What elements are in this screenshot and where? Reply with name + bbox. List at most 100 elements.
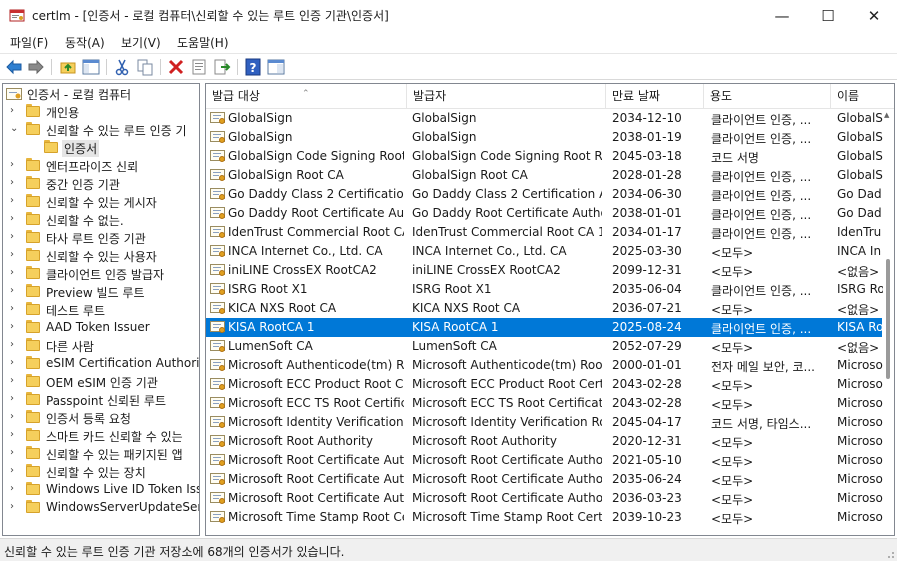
copy-icon[interactable] [136,58,154,76]
menu-bar: 파일(F) 동작(A) 보기(V) 도움말(H) [0,31,897,53]
tree-item-label: 인증서 [62,140,100,157]
cell-purposes: 코드 서명, 타임스... [711,417,812,431]
console-tree[interactable]: 인증서 - 로컬 컴퓨터 › 개인용 ⌄ 신뢰할 수 있는 루트 인증 기 인증서 › 엔터… [2,83,200,536]
chevron-down-icon[interactable]: ⌄ [10,123,20,137]
column-header-expiration[interactable]: 만료 날짜 [606,84,704,108]
folder-icon [26,374,40,387]
table-row[interactable]: Microsoft Time Stamp Root Ce... Microsoft… [206,508,883,527]
vertical-scrollbar[interactable]: ▲ [883,109,893,535]
menu-view[interactable]: 보기(V) [121,34,161,51]
menu-help[interactable]: 도움말(H) [177,34,229,51]
folder-icon [26,500,40,513]
table-row[interactable]: GlobalSign GlobalSign 2034-12-10 클라이언트 인증, … [206,109,883,128]
table-row[interactable]: Microsoft Authenticode(tm) R... Microsoft… [206,356,883,375]
chevron-right-icon[interactable]: › [10,375,20,389]
scroll-up-icon[interactable]: ▲ [884,111,889,119]
cell-purposes: <모두> [711,455,754,469]
resize-grip-icon[interactable] [885,549,895,559]
cut-icon[interactable] [113,58,131,76]
chevron-right-icon[interactable]: › [10,285,20,299]
table-row[interactable]: Microsoft Root Certificate Aut... Microso… [206,489,883,508]
cell-issued-to: Microsoft Authenticode(tm) R... [228,358,404,372]
table-row[interactable]: Microsoft ECC Product Root C... Microsoft… [206,375,883,394]
chevron-right-icon[interactable]: › [10,465,20,479]
cell-expiration: 2034-06-30 [612,187,682,201]
cell-issued-to: ISRG Root X1 [228,282,308,296]
chevron-right-icon[interactable]: › [10,105,20,119]
title-bar: certlm - [인증서 - 로컬 컴퓨터\신뢰할 수 있는 루트 인증 기관… [0,0,897,31]
console-icon[interactable] [267,58,285,76]
chevron-right-icon[interactable]: › [10,357,20,371]
certificate-icon [210,187,226,201]
status-text: 신뢰할 수 있는 루트 인증 기관 저장소에 68개의 인증서가 있습니다. [4,545,345,559]
chevron-right-icon[interactable]: › [10,231,20,245]
cell-issued-to: iniLINE CrossEX RootCA2 [228,263,377,277]
table-row[interactable]: Go Daddy Root Certificate Aut... Go Daddy… [206,204,882,223]
forward-icon[interactable] [27,58,45,76]
back-icon[interactable] [5,58,23,76]
cell-issued-by: iniLINE CrossEX RootCA2 [412,263,561,277]
folder-icon [44,140,58,153]
table-row[interactable]: INCA Internet Co., Ltd. CA INCA Internet … [206,242,882,261]
chevron-right-icon[interactable]: › [10,249,20,263]
table-row[interactable]: LumenSoft CA LumenSoft CA 2052-07-29 <모두> <없… [206,337,882,356]
table-row[interactable]: IdenTrust Commercial Root CA... IdenTrust… [206,223,882,242]
properties-icon[interactable] [190,58,208,76]
column-header-issued-to[interactable]: 발급 대상 ⌃ [206,84,407,108]
table-row[interactable]: Microsoft ECC TS Root Certific... Microso… [206,394,883,413]
chevron-right-icon[interactable]: › [10,501,20,515]
chevron-right-icon[interactable]: › [10,159,20,173]
table-row[interactable]: Microsoft Root Certificate Aut... Microso… [206,451,883,470]
chevron-right-icon[interactable]: › [10,447,20,461]
chevron-right-icon[interactable]: › [10,483,20,497]
maximize-button[interactable]: ☐ [805,0,851,31]
toolbar-separator [51,59,52,75]
column-header-issued-by[interactable]: 발급자 [407,84,606,108]
tree-item-label: Passpoint 신뢰된 루트 [46,394,166,408]
chevron-right-icon[interactable]: › [10,339,20,353]
cell-issued-to: GlobalSign Code Signing Root... [228,149,404,163]
chevron-right-icon[interactable]: › [10,393,20,407]
cell-issued-by: IdenTrust Commercial Root CA 1 [412,225,602,239]
column-header-friendly-name[interactable]: 이름 [831,84,894,108]
table-row[interactable]: GlobalSign Root CA GlobalSign Root CA 2028… [206,166,883,185]
table-row[interactable]: KICA NXS Root CA KICA NXS Root CA 2036-07-… [206,299,882,318]
chevron-right-icon[interactable]: › [10,213,20,227]
table-row[interactable]: KISA RootCA 1 KISA RootCA 1 2025-08-24 클라이언… [206,318,883,337]
folder-icon [26,284,40,297]
menu-file[interactable]: 파일(F) [10,34,48,51]
chevron-right-icon[interactable]: › [10,177,20,191]
minimize-button[interactable]: — [759,0,805,31]
close-button[interactable]: ✕ [851,0,897,31]
toolbar-separator [237,59,238,75]
column-header-purposes[interactable]: 용도 [704,84,831,108]
chevron-right-icon[interactable]: › [10,303,20,317]
table-row[interactable]: GlobalSign GlobalSign 2038-01-19 클라이언트 인증, … [206,128,883,147]
help-icon[interactable]: ? [244,58,262,76]
chevron-right-icon[interactable]: › [10,267,20,281]
cell-issued-to: Microsoft Root Certificate Aut... [228,491,404,505]
show-hide-tree-icon[interactable] [82,58,100,76]
chevron-right-icon[interactable]: › [10,321,20,335]
table-row[interactable]: GlobalSign Code Signing Root... GlobalSig… [206,147,883,166]
cell-issued-to: Microsoft Identity Verification ... [228,415,404,429]
chevron-right-icon[interactable]: › [10,429,20,443]
scrollbar-thumb[interactable] [886,259,890,379]
table-row[interactable]: Go Daddy Class 2 Certification... Go Dadd… [206,185,882,204]
table-row[interactable]: iniLINE CrossEX RootCA2 iniLINE CrossEX R… [206,261,882,280]
table-row[interactable]: Microsoft Identity Verification ... Micro… [206,413,883,432]
chevron-right-icon[interactable]: › [10,411,20,425]
chevron-right-icon[interactable]: › [10,195,20,209]
menu-action[interactable]: 동작(A) [65,34,105,51]
export-icon[interactable] [213,58,231,76]
delete-icon[interactable] [167,58,185,76]
table-row[interactable]: Microsoft Root Authority Microsoft Root A… [206,432,883,451]
table-row[interactable]: ISRG Root X1 ISRG Root X1 2035-06-04 클라이언트 … [206,280,883,299]
folder-icon [26,338,40,351]
cell-expiration: 2039-10-23 [612,510,682,524]
cell-issued-by: LumenSoft CA [412,339,497,353]
cell-issued-to: IdenTrust Commercial Root CA... [228,225,404,239]
certificate-list[interactable]: 발급 대상 ⌃ 발급자 만료 날짜 용도 이름 GlobalSign Global… [205,83,895,536]
table-row[interactable]: Microsoft Root Certificate Aut... Microso… [206,470,883,489]
up-folder-icon[interactable] [59,58,77,76]
